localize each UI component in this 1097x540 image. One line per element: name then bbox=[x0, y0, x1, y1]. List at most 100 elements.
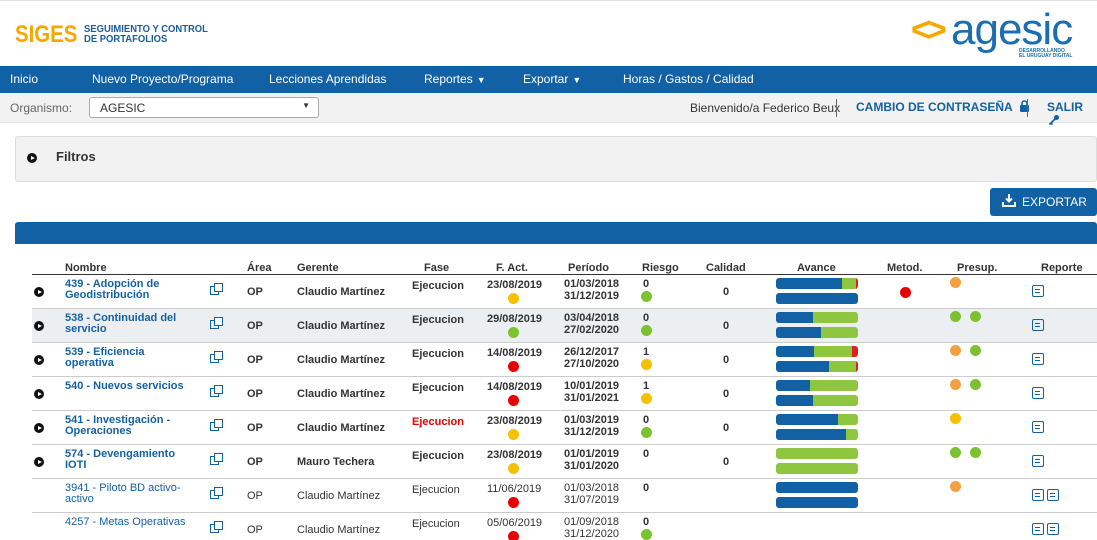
project-name-link[interactable]: 3941 - Piloto BD activo-activo bbox=[65, 483, 195, 505]
col-header-periodo[interactable]: Período bbox=[568, 262, 609, 274]
report-icon[interactable] bbox=[1032, 387, 1044, 400]
open-external-icon[interactable] bbox=[210, 521, 223, 537]
manager-name: Claudio Martínez bbox=[297, 388, 386, 400]
progress-bars[interactable] bbox=[776, 516, 858, 540]
period: 01/03/2018 31/07/2019 bbox=[564, 482, 619, 506]
open-external-icon[interactable] bbox=[210, 419, 223, 435]
change-password-link[interactable]: CAMBIO DE CONTRASEÑA bbox=[856, 100, 1030, 114]
open-external-icon[interactable] bbox=[210, 453, 223, 469]
table-row[interactable]: 540 - Nuevos servicios OP Claudio Martínez… bbox=[32, 377, 1097, 411]
project-name-link[interactable]: 540 - Nuevos servicios bbox=[65, 381, 195, 392]
nav-nuevo-proyecto[interactable]: Nuevo Proyecto/Programa bbox=[92, 72, 233, 86]
progress-bars[interactable] bbox=[776, 380, 858, 406]
table-row[interactable]: 574 - Devengamiento IOTI OP Mauro Techera E… bbox=[32, 445, 1097, 479]
table-row[interactable]: 539 - Eficiencia operativa OP Claudio Mart… bbox=[32, 343, 1097, 377]
open-external-icon[interactable] bbox=[210, 317, 223, 333]
table-row[interactable]: 541 - Investigación - Operaciones OP Claud… bbox=[32, 411, 1097, 445]
organism-select[interactable]: AGESIC ▼ bbox=[89, 97, 319, 118]
project-name-link[interactable]: 541 - Investigación - Operaciones bbox=[65, 415, 195, 437]
project-name-link[interactable]: 4257 - Metas Operativas bbox=[65, 517, 195, 528]
table-row[interactable]: 439 - Adopción de Geodistribución OP Claud… bbox=[32, 275, 1097, 309]
nav-lecciones-aprendidas[interactable]: Lecciones Aprendidas bbox=[269, 72, 386, 86]
report-icon[interactable] bbox=[1032, 319, 1044, 332]
report-icon[interactable] bbox=[1032, 353, 1044, 366]
nav-inicio[interactable]: Inicio bbox=[10, 72, 38, 86]
period-end: 31/12/2019 bbox=[564, 426, 620, 438]
caret-down-icon: ▼ bbox=[302, 101, 310, 110]
project-name-link[interactable]: 538 - Continuidad del servicio bbox=[65, 313, 195, 335]
nav-reportes[interactable]: Reportes ▼ bbox=[424, 72, 486, 86]
report-icon[interactable] bbox=[1032, 285, 1044, 298]
project-name-link[interactable]: 574 - Devengamiento IOTI bbox=[65, 449, 195, 471]
expand-row-icon[interactable] bbox=[34, 355, 44, 365]
open-external-icon[interactable] bbox=[210, 487, 223, 503]
open-external-icon[interactable] bbox=[210, 385, 223, 401]
col-header-riesgo[interactable]: Riesgo bbox=[642, 262, 679, 274]
col-header-metod[interactable]: Metod. bbox=[887, 262, 922, 274]
progress-bars[interactable] bbox=[776, 278, 858, 304]
progress-bars[interactable] bbox=[776, 448, 858, 474]
export-button[interactable]: EXPORTAR bbox=[990, 188, 1097, 216]
col-header-calidad[interactable]: Calidad bbox=[706, 262, 746, 274]
caret-down-icon: ▼ bbox=[572, 75, 582, 85]
progress-bars[interactable] bbox=[776, 482, 858, 508]
logout-link[interactable]: SALIR bbox=[1047, 100, 1097, 128]
report-icon[interactable] bbox=[1047, 523, 1059, 536]
col-header-avance[interactable]: Avance bbox=[797, 262, 836, 274]
col-header-fase[interactable]: Fase bbox=[424, 262, 449, 274]
open-external-icon[interactable] bbox=[210, 351, 223, 367]
col-header-fact[interactable]: F. Act. bbox=[496, 262, 528, 274]
progress-bars[interactable] bbox=[776, 414, 858, 440]
budget-status-dot bbox=[970, 311, 981, 322]
change-password-label: CAMBIO DE CONTRASEÑA bbox=[856, 100, 1013, 114]
col-header-area[interactable]: Área bbox=[247, 262, 271, 274]
report-icon[interactable] bbox=[1032, 455, 1044, 468]
period: 01/03/2019 31/12/2019 bbox=[564, 414, 619, 438]
project-name-link[interactable]: 439 - Adopción de Geodistribución bbox=[65, 279, 195, 301]
expand-icon[interactable] bbox=[27, 153, 37, 163]
col-header-reporte[interactable]: Reporte bbox=[1041, 262, 1083, 274]
progress-bars[interactable] bbox=[776, 346, 858, 372]
filters-panel[interactable]: Filtros bbox=[15, 136, 1097, 182]
report-icon[interactable] bbox=[1032, 489, 1044, 502]
report-icon[interactable] bbox=[1047, 489, 1059, 502]
last-update: 11/06/2019 bbox=[487, 483, 541, 511]
open-external-icon[interactable] bbox=[210, 283, 223, 299]
col-header-gerente[interactable]: Gerente bbox=[297, 262, 339, 274]
last-update: 23/08/2019 bbox=[487, 449, 542, 477]
table-row[interactable]: 538 - Continuidad del servicio OP Claudio … bbox=[32, 309, 1097, 343]
last-update: 05/06/2019 bbox=[487, 517, 542, 540]
period: 26/12/2017 27/10/2020 bbox=[564, 346, 619, 370]
period-start: 01/09/2018 bbox=[564, 516, 620, 528]
table-row[interactable]: 4257 - Metas Operativas OP Claudio Martíne… bbox=[32, 513, 1097, 540]
expand-row-icon[interactable] bbox=[34, 287, 44, 297]
progress-bars[interactable] bbox=[776, 312, 858, 338]
expand-row-icon[interactable] bbox=[34, 457, 44, 467]
table-row[interactable]: 3941 - Piloto BD activo-activo OP Claudio … bbox=[32, 479, 1097, 513]
expand-row-icon[interactable] bbox=[34, 389, 44, 399]
expand-row-icon[interactable] bbox=[34, 321, 44, 331]
phase-value: Ejecucion bbox=[412, 382, 464, 394]
area-value: OP bbox=[247, 354, 263, 366]
report-icon[interactable] bbox=[1032, 523, 1044, 536]
agesic-logo[interactable]: <> agesic DESARROLLANDO EL URUGUAY DIGIT… bbox=[911, 5, 1089, 63]
budget-status-dot bbox=[950, 311, 961, 322]
period-end: 31/12/2020 bbox=[564, 528, 620, 540]
col-header-presup[interactable]: Presup. bbox=[957, 262, 997, 274]
col-header-nombre[interactable]: Nombre bbox=[65, 262, 107, 274]
siges-logo[interactable]: SIGES bbox=[15, 21, 77, 49]
nav-exportar[interactable]: Exportar ▼ bbox=[523, 72, 581, 86]
nav-label: Exportar bbox=[523, 72, 569, 86]
risk: 0 bbox=[639, 414, 653, 441]
quality-value: 0 bbox=[723, 354, 730, 366]
project-name-link[interactable]: 539 - Eficiencia operativa bbox=[65, 347, 195, 369]
risk: 0 bbox=[639, 278, 653, 305]
nav-horas-gastos-calidad[interactable]: Horas / Gastos / Calidad bbox=[623, 72, 754, 86]
last-update-date: 14/08/2019 bbox=[487, 381, 543, 393]
expand-row-icon[interactable] bbox=[34, 423, 44, 433]
budget-status-dot bbox=[950, 379, 961, 390]
period-start: 01/03/2018 bbox=[564, 482, 620, 494]
reports bbox=[1032, 455, 1047, 468]
budget-status-dot bbox=[950, 345, 961, 356]
report-icon[interactable] bbox=[1032, 421, 1044, 434]
